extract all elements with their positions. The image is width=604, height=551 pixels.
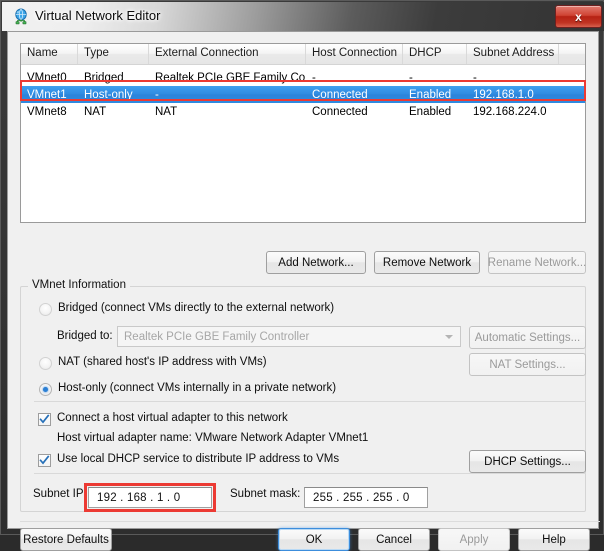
cell-name: VMnet1 <box>27 88 67 101</box>
checkbox-connect-host-adapter[interactable] <box>38 413 51 426</box>
bridged-to-label: Bridged to: <box>57 330 113 342</box>
column-header-subnet-address[interactable]: Subnet Address <box>467 44 559 64</box>
radio-host-only[interactable] <box>39 383 52 396</box>
column-header-spacer[interactable] <box>559 44 585 64</box>
subnet-mask-value: 255 . 255 . 255 . 0 <box>313 491 410 504</box>
footer-separator <box>20 521 600 522</box>
ok-button[interactable]: OK <box>278 528 350 551</box>
cell-host-connection: - <box>312 71 316 84</box>
cell-type: Host-only <box>84 88 133 101</box>
subnet-ip-value: 192 . 168 . 1 . 0 <box>97 491 181 504</box>
column-header-dhcp[interactable]: DHCP <box>403 44 467 64</box>
rename-network-button: Rename Network... <box>488 251 586 274</box>
radio-host-only-label: Host-only (connect VMs internally in a p… <box>58 382 337 394</box>
cell-external-connection: Realtek PCIe GBE Family Co... <box>155 71 306 84</box>
radio-bridged[interactable] <box>39 303 52 316</box>
automatic-settings-button: Automatic Settings... <box>469 326 586 349</box>
connect-host-adapter-label: Connect a host virtual adapter to this n… <box>57 412 288 424</box>
cell-subnet-address: 192.168.224.0 <box>473 105 547 118</box>
network-list[interactable]: Name Type External Connection Host Conne… <box>20 43 586 223</box>
column-header-name[interactable]: Name <box>21 44 78 64</box>
cell-subnet-address: 192.168.1.0 <box>473 88 534 101</box>
close-icon: x <box>575 9 582 24</box>
cell-dhcp: - <box>409 71 413 84</box>
vmnet-information-group-title: VMnet Information <box>28 279 130 291</box>
cell-dhcp: Enabled <box>409 105 452 118</box>
radio-nat-label: NAT (shared host's IP address with VMs) <box>58 356 267 368</box>
cell-name: VMnet0 <box>27 71 67 84</box>
cell-external-connection: NAT <box>155 105 178 118</box>
network-globe-icon <box>13 8 29 25</box>
nat-settings-button: NAT Settings... <box>469 353 586 376</box>
cancel-button[interactable]: Cancel <box>358 528 430 551</box>
cell-name: VMnet8 <box>27 105 67 118</box>
vmnet-information-group <box>20 286 586 512</box>
cell-dhcp: Enabled <box>409 88 452 101</box>
window-title: Virtual Network Editor <box>35 8 161 23</box>
cell-host-connection: Connected <box>312 105 368 118</box>
table-row[interactable]: VMnet8 NAT NAT Connected Enabled 192.168… <box>21 103 585 120</box>
subnet-ip-input[interactable]: 192 . 168 . 1 . 0 <box>88 487 212 508</box>
dhcp-settings-button[interactable]: DHCP Settings... <box>469 450 586 473</box>
close-button[interactable]: x <box>555 5 602 28</box>
checkbox-use-local-dhcp[interactable] <box>38 454 51 467</box>
column-header-host-connection[interactable]: Host Connection <box>306 44 403 64</box>
apply-button: Apply <box>438 528 510 551</box>
cell-host-connection: Connected <box>312 88 368 101</box>
use-local-dhcp-label: Use local DHCP service to distribute IP … <box>57 453 340 465</box>
cell-type: Bridged <box>84 71 124 84</box>
radio-bridged-label: Bridged (connect VMs directly to the ext… <box>58 302 335 314</box>
host-virtual-adapter-name: Host virtual adapter name: VMware Networ… <box>57 432 369 444</box>
cell-type: NAT <box>84 105 107 118</box>
remove-network-button[interactable]: Remove Network <box>374 251 480 274</box>
restore-defaults-button[interactable]: Restore Defaults <box>20 528 112 551</box>
network-list-header: Name Type External Connection Host Conne… <box>21 44 585 65</box>
separator-bottom <box>34 473 586 474</box>
column-header-external-connection[interactable]: External Connection <box>149 44 306 64</box>
subnet-ip-label: Subnet IP: <box>33 488 87 500</box>
dialog-client-area: Name Type External Connection Host Conne… <box>7 31 600 551</box>
add-network-button[interactable]: Add Network... <box>266 251 366 274</box>
virtual-network-editor-window: Virtual Network Editor x Name Type Exter… <box>0 0 604 551</box>
table-row[interactable]: VMnet1 Host-only - Connected Enabled 192… <box>21 86 585 103</box>
radio-nat[interactable] <box>39 357 52 370</box>
chevron-down-icon <box>445 335 453 339</box>
column-header-type[interactable]: Type <box>78 44 149 64</box>
cell-external-connection: - <box>155 88 159 101</box>
title-bar: Virtual Network Editor x <box>2 2 604 31</box>
subnet-mask-label: Subnet mask: <box>230 488 301 500</box>
subnet-mask-input[interactable]: 255 . 255 . 255 . 0 <box>304 487 428 508</box>
help-button[interactable]: Help <box>518 528 590 551</box>
bridged-to-combobox: Realtek PCIe GBE Family Controller <box>117 326 461 347</box>
cell-subnet-address: - <box>473 71 477 84</box>
separator-top <box>34 401 586 402</box>
bridged-to-value: Realtek PCIe GBE Family Controller <box>124 330 310 343</box>
table-row[interactable]: VMnet0 Bridged Realtek PCIe GBE Family C… <box>21 69 585 86</box>
